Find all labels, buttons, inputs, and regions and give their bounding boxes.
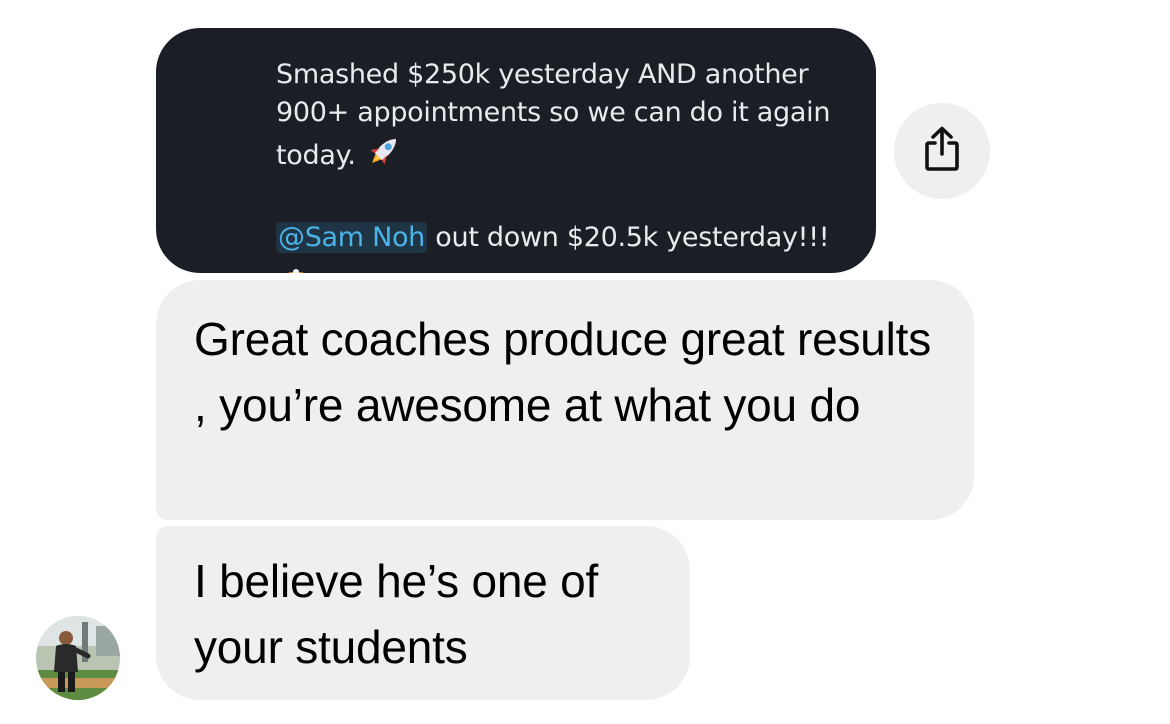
shared-post-line-3: today. <box>276 140 356 171</box>
user-avatar[interactable] <box>36 616 120 700</box>
shared-post-line-2: 900+ appointments so we can do it again <box>276 97 831 128</box>
shared-post-card[interactable]: Smashed $250k yesterday AND another 900+… <box>156 28 876 273</box>
message-bubble[interactable]: Great coaches produce great results , yo… <box>156 280 974 520</box>
message-bubble[interactable]: I believe he’s one of your students <box>156 526 690 700</box>
mention-link[interactable]: @Sam Noh <box>276 222 427 253</box>
shared-post-line-3-wrap: today. <box>276 132 856 181</box>
message-text: I believe he’s one of your students <box>194 555 599 673</box>
rocket-icon <box>364 132 404 181</box>
shared-post-line-1: Smashed $250k yesterday AND another <box>276 59 809 90</box>
message-text: Great coaches produce great results , yo… <box>194 313 932 431</box>
shared-post-text: Smashed $250k yesterday AND another 900+… <box>276 56 856 257</box>
share-button[interactable] <box>894 103 990 199</box>
shared-post-line-4-wrap: @Sam Noh out down $20.5k yesterday!!! <box>276 219 856 257</box>
share-icon <box>922 126 962 177</box>
shared-post-line-4: out down $20.5k yesterday!!! <box>427 222 830 253</box>
exploding-head-icon <box>276 268 316 273</box>
